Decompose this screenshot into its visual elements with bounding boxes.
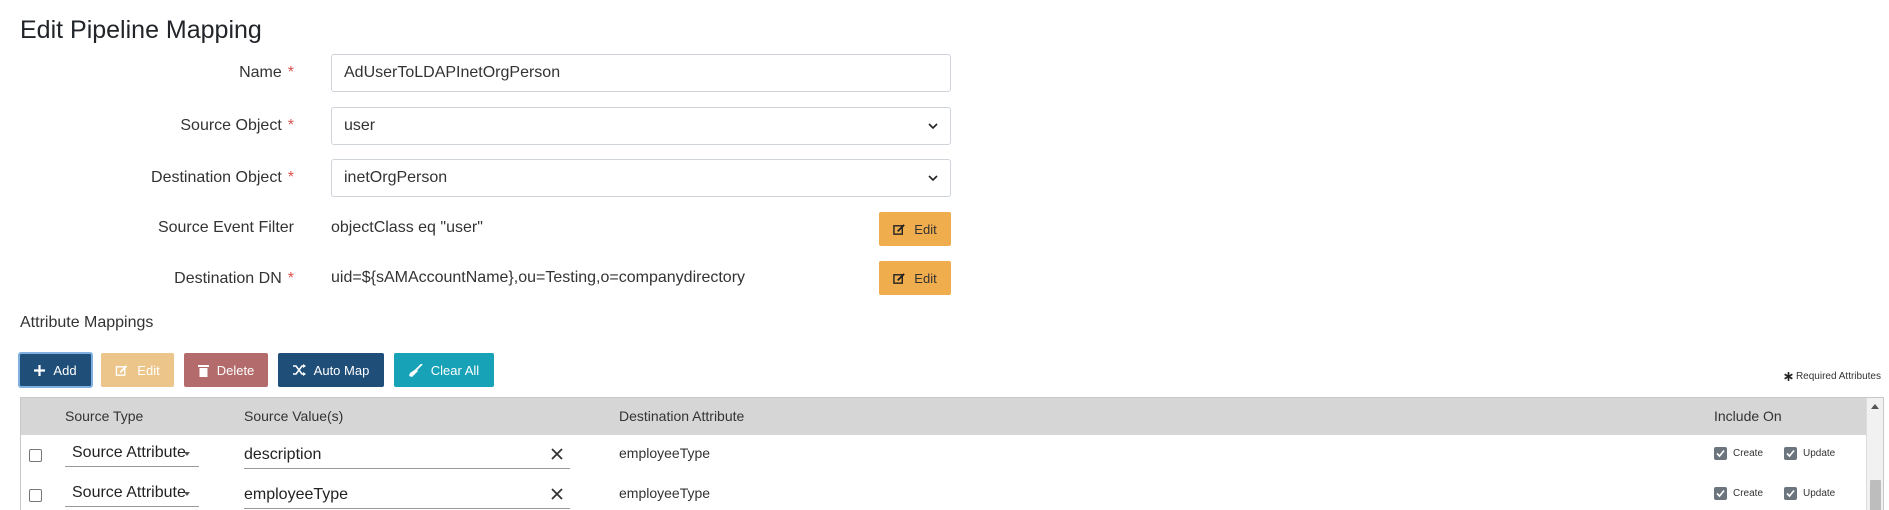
destination-object-label: Destination Object * [151, 169, 294, 186]
include-create-checkbox[interactable]: Create [1714, 447, 1763, 460]
attribute-mappings-label: Attribute Mappings [20, 314, 154, 331]
column-header-source-type[interactable]: Source Type [65, 408, 143, 424]
grid-header: Source Type Source Value(s) Destination … [21, 398, 1866, 435]
include-create-checkbox[interactable]: Create [1714, 487, 1763, 500]
broom-icon [408, 363, 423, 377]
column-header-source-values[interactable]: Source Value(s) [244, 408, 343, 424]
destination-object-value: inetOrgPerson [344, 169, 448, 186]
destination-dn-value: uid=${sAMAccountName},ou=Testing,o=compa… [331, 269, 746, 286]
delete-button[interactable]: Delete [184, 353, 268, 387]
table-row[interactable]: Source Attribute description employeeTyp… [21, 435, 1866, 475]
row-select-checkbox[interactable] [29, 489, 42, 502]
trash-icon [197, 364, 209, 377]
auto-map-button[interactable]: Auto Map [278, 353, 384, 387]
clear-all-button[interactable]: Clear All [394, 353, 494, 387]
edit-icon [893, 272, 906, 284]
source-object-select[interactable]: user [331, 107, 951, 145]
include-update-checkbox[interactable]: Update [1784, 487, 1835, 500]
source-object-label: Source Object * [180, 117, 294, 134]
scroll-up-icon[interactable] [1871, 404, 1879, 409]
checkbox-checked-icon [1784, 487, 1797, 500]
column-header-include-on[interactable]: Include On [1714, 408, 1782, 424]
required-attributes-note: Required Attributes [1784, 371, 1881, 382]
caret-down-icon [184, 452, 190, 456]
source-value-input[interactable]: employeeType [244, 483, 570, 509]
checkbox-checked-icon [1714, 447, 1727, 460]
source-event-filter-value: objectClass eq "user" [331, 219, 483, 236]
shuffle-icon [292, 364, 306, 376]
edit-mapping-button[interactable]: Edit [101, 353, 174, 387]
plus-icon [34, 364, 46, 376]
page-title: Edit Pipeline Mapping [20, 16, 262, 44]
close-icon[interactable] [550, 487, 564, 501]
asterisk-icon [1784, 372, 1793, 381]
destination-attribute: employeeType [619, 485, 711, 501]
destination-attribute: employeeType [619, 445, 711, 461]
edit-icon [116, 364, 128, 376]
grid-scrollbar[interactable] [1866, 398, 1883, 510]
destination-object-select[interactable]: inetOrgPerson [331, 159, 951, 197]
edit-destination-dn-button[interactable]: Edit [879, 261, 951, 295]
destination-dn-label: Destination DN * [174, 270, 294, 287]
chevron-down-icon [928, 123, 938, 130]
required-marker: * [287, 117, 294, 134]
checkbox-checked-icon [1784, 447, 1797, 460]
include-update-checkbox[interactable]: Update [1784, 447, 1835, 460]
required-marker: * [287, 169, 294, 186]
name-label: Name * [239, 64, 294, 81]
chevron-down-icon [928, 175, 938, 182]
source-event-filter-label: Source Event Filter [157, 219, 294, 236]
required-marker: * [287, 64, 294, 81]
edit-icon [893, 223, 906, 235]
required-marker: * [287, 270, 294, 287]
source-type-select[interactable]: Source Attribute [65, 441, 199, 467]
close-icon[interactable] [550, 447, 564, 461]
attribute-mappings-grid: Source Type Source Value(s) Destination … [20, 397, 1884, 510]
source-type-select[interactable]: Source Attribute [65, 481, 199, 507]
edit-source-event-filter-button[interactable]: Edit [879, 212, 951, 246]
caret-down-icon [184, 492, 190, 496]
scroll-thumb[interactable] [1870, 480, 1881, 510]
column-header-destination-attribute[interactable]: Destination Attribute [619, 408, 744, 424]
checkbox-checked-icon [1714, 487, 1727, 500]
row-select-checkbox[interactable] [29, 449, 42, 462]
source-object-value: user [344, 117, 376, 134]
name-field[interactable]: AdUserToLDAPInetOrgPerson [331, 54, 951, 92]
add-button[interactable]: Add [18, 352, 93, 388]
table-row[interactable]: Source Attribute employeeType employeeTy… [21, 475, 1866, 510]
source-value-input[interactable]: description [244, 443, 570, 469]
